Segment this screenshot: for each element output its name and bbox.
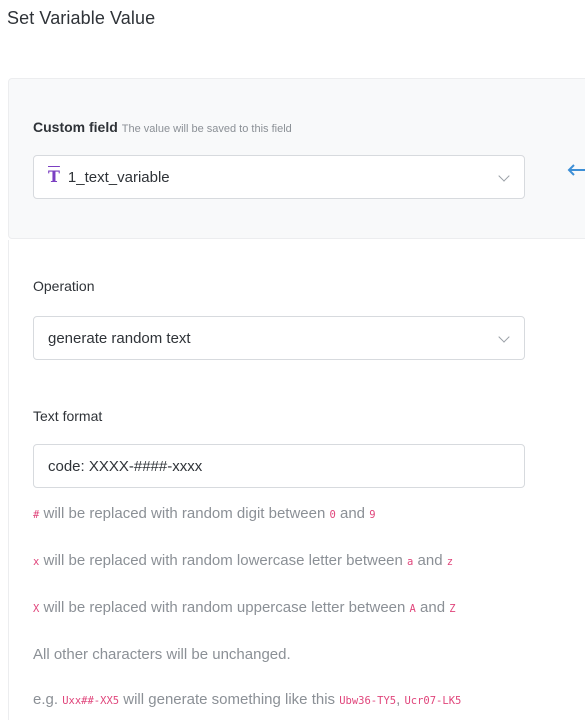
custom-field-label-text: Custom field [33, 119, 118, 135]
help-text: e.g. [33, 691, 63, 708]
help-text: and [415, 599, 450, 616]
help-text: will be replaced with random digit betwe… [39, 505, 330, 522]
code-token: 9 [369, 509, 376, 521]
operation-label: Operation [33, 278, 95, 294]
help-text: will generate something like this [119, 691, 340, 708]
help-text: and [413, 552, 447, 569]
help-digit-line: # will be replaced with random digit bet… [33, 505, 376, 522]
operation-selected-value: generate random text [48, 329, 191, 347]
help-lowercase-line: x will be replaced with random lowercase… [33, 552, 453, 569]
page-title: Set Variable Value [7, 8, 156, 28]
code-token: z [446, 556, 454, 568]
arrow-left-icon [567, 164, 585, 176]
custom-field-label: Custom field The value will be saved to t… [33, 119, 292, 135]
code-token: Ubw36-TY5 [339, 695, 397, 707]
help-uppercase-line: X will be replaced with random uppercase… [33, 599, 456, 616]
text-type-icon: T [48, 167, 60, 186]
help-example-line: e.g. Uxx##-XX5 will generate something l… [33, 691, 461, 708]
code-token: Ucr07-LK5 [404, 695, 462, 707]
help-text: and [335, 505, 370, 522]
custom-field-hint: The value will be saved to this field [121, 123, 292, 135]
text-format-input[interactable] [33, 444, 525, 488]
help-text: will be replaced with random uppercase l… [39, 599, 410, 616]
code-token: Uxx##-XX5 [62, 695, 120, 707]
text-format-label: Text format [33, 408, 103, 424]
chevron-down-icon [498, 170, 510, 182]
help-text: will be replaced with random lowercase l… [39, 552, 408, 569]
custom-field-select[interactable]: T 1_text_variable [33, 155, 525, 199]
chevron-down-icon [498, 331, 510, 343]
operation-select[interactable]: generate random text [33, 316, 525, 360]
code-token: Z [449, 603, 456, 615]
help-unchanged-line: All other characters will be unchanged. [33, 646, 291, 663]
custom-field-selected-value: 1_text_variable [67, 168, 170, 186]
